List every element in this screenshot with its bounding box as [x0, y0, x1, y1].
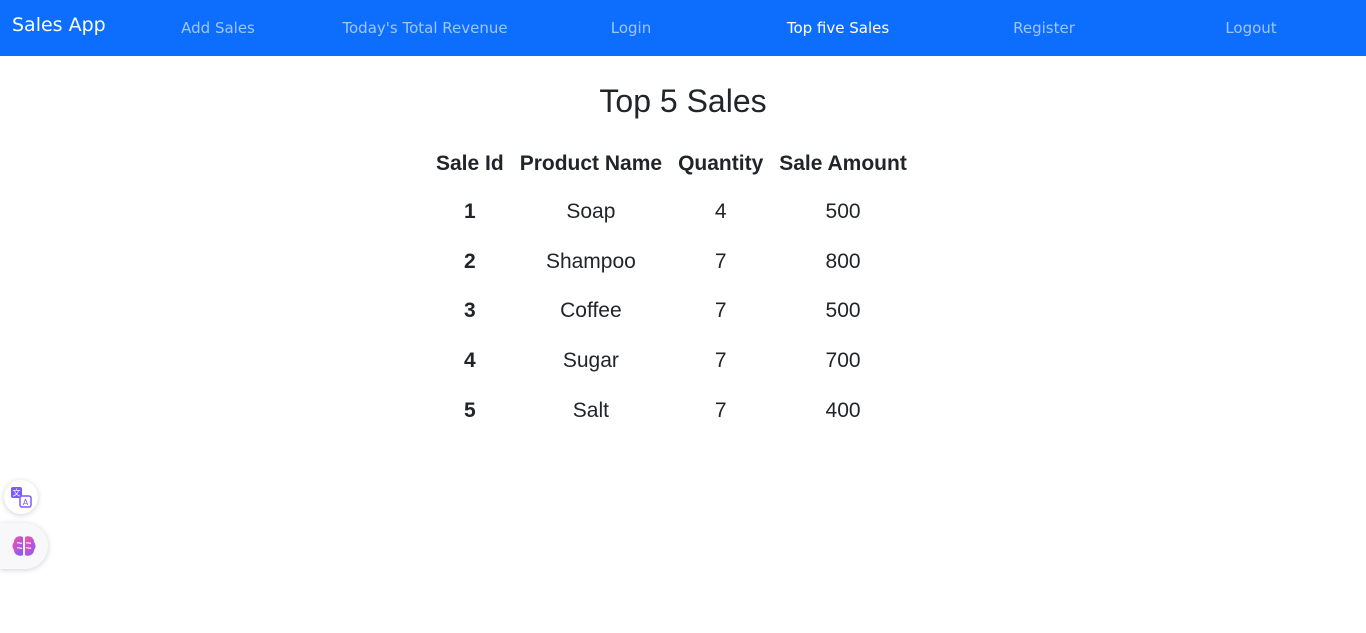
brain-widget-button[interactable]: [0, 523, 48, 569]
sale-id-cell: 3: [464, 299, 476, 323]
sale-amount-cell: 800: [825, 249, 861, 273]
svg-text:A: A: [23, 498, 29, 507]
sale-amount-cell: 500: [825, 299, 861, 323]
quantity-cell: 7: [714, 249, 727, 273]
quantity-cell: 7: [714, 299, 727, 323]
quantity-cell: 7: [714, 398, 727, 422]
header-sale-amount: Sale Amount: [779, 152, 907, 175]
header-quantity: Quantity: [678, 152, 764, 175]
sale-id-cell: 5: [464, 398, 476, 422]
product-name-cell: Sugar: [562, 349, 619, 373]
sale-amount-cell: 400: [825, 398, 861, 422]
table-row: 2 Shampoo 7 800: [428, 237, 915, 287]
navbar: Sales App Add Sales Today's Total Revenu…: [0, 0, 1366, 56]
quantity-cell: 7: [714, 349, 727, 373]
quantity-cell: 4: [714, 199, 727, 223]
product-name-cell: Coffee: [560, 299, 622, 323]
sale-amount-cell: 500: [825, 199, 861, 223]
brain-icon: [12, 536, 36, 556]
page-title: Top 5 Sales: [599, 83, 767, 119]
svg-text:文: 文: [13, 488, 21, 498]
product-name-cell: Salt: [572, 398, 609, 422]
table-row: 3 Coffee 7 500: [428, 287, 915, 337]
nav-add-sales[interactable]: Add Sales: [181, 17, 255, 39]
table-row: 5 Salt 7 400: [428, 386, 915, 436]
brand-link[interactable]: Sales App: [12, 14, 106, 36]
header-product-name: Product Name: [519, 152, 663, 175]
product-name-cell: Soap: [566, 199, 616, 223]
table-header-row: Sale Id Product Name Quantity Sale Amoun…: [428, 141, 915, 187]
table-row: 4 Sugar 7 700: [428, 336, 915, 386]
nav-todays-total-revenue[interactable]: Today's Total Revenue: [342, 17, 507, 39]
nav-login[interactable]: Login: [611, 17, 651, 39]
sale-id-cell: 1: [464, 199, 476, 223]
sale-amount-cell: 700: [825, 349, 861, 373]
translate-widget-button[interactable]: 文 A: [4, 480, 38, 514]
product-name-cell: Shampoo: [545, 249, 636, 273]
nav-top-five-sales[interactable]: Top five Sales: [787, 17, 889, 39]
table-row: 1 Soap 4 500: [428, 187, 915, 237]
nav-register[interactable]: Register: [1013, 17, 1075, 39]
sales-table: Sale Id Product Name Quantity Sale Amoun…: [428, 141, 915, 436]
translate-icon: 文 A: [11, 487, 32, 508]
header-sale-id: Sale Id: [436, 152, 504, 175]
sale-id-cell: 4: [464, 349, 476, 373]
sale-id-cell: 2: [464, 249, 476, 273]
nav-logout[interactable]: Logout: [1225, 17, 1276, 39]
